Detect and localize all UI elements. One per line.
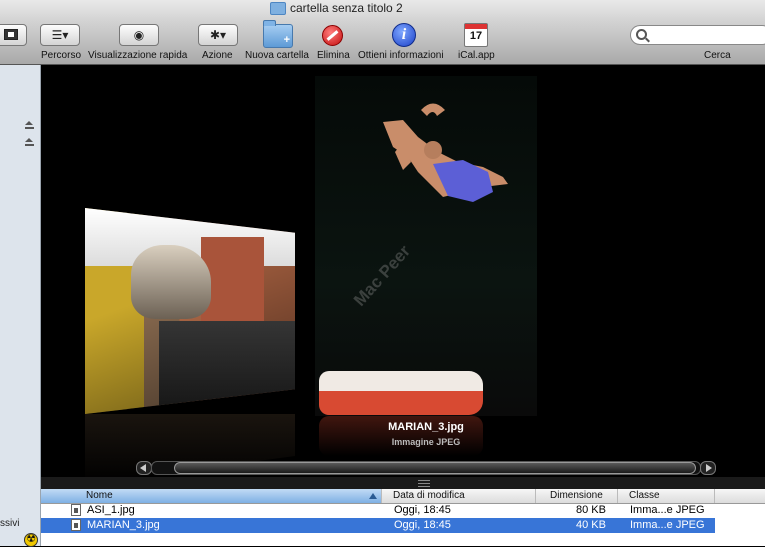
new-folder-icon[interactable]: + [263,20,293,48]
column-header-date[interactable]: Data di modifica [388,489,536,503]
toolbar: ☰▾ Percorso ◉ Visualizzazione rapida ✱▾ … [0,18,765,65]
delete-icon[interactable] [322,25,343,46]
sidebar-item-label[interactable]: ssivi [0,518,19,529]
search-icon [636,29,647,40]
scrollbar-thumb[interactable] [174,462,696,474]
column-header-label: Classe [629,490,660,501]
file-name: ASI_1.jpg [87,504,135,516]
jpeg-file-icon [71,519,81,531]
title-bar: cartella senza titolo 2 [0,0,765,18]
sidebar [0,65,41,546]
search-input[interactable] [651,28,761,41]
file-date: Oggi, 18:45 [394,519,451,531]
table-row[interactable]: ASI_1.jpg Oggi, 18:45 80 KB Imma...e JPE… [41,503,765,518]
selected-cover-subtitle: Immagine JPEG [391,437,461,447]
cover-flow-view[interactable]: Mac Peer MARIAN_3.jpg Immagine JPEG [41,65,765,489]
column-header-kind[interactable]: Classe [618,489,715,503]
table-row[interactable]: MARIAN_3.jpg Oggi, 18:45 40 KB Imma...e … [41,518,715,533]
split-view-handle[interactable] [41,477,765,489]
column-header-label: Dimensione [550,490,603,501]
path-button[interactable]: ☰▾ [40,24,80,46]
eject-icon[interactable] [25,138,34,146]
get-info-label[interactable]: Ottieni informazioni [358,50,444,61]
info-icon[interactable]: i [392,23,416,47]
pommel-horse-image [319,371,483,415]
radiation-icon[interactable] [24,532,38,547]
window-title: cartella senza titolo 2 [270,1,403,15]
action-button[interactable]: ✱▾ [198,24,238,46]
scroll-right-button[interactable] [700,461,716,475]
file-date: Oggi, 18:45 [394,504,451,516]
grip-icon [418,480,430,487]
selected-cover-title: MARIAN_3.jpg [388,421,464,433]
path-label: Percorso [41,50,82,61]
file-kind: Imma...e JPEG [630,504,705,516]
watermark: Mac Peer [349,241,415,310]
column-header-name[interactable]: Nome [41,489,382,503]
column-header-label: Nome [86,490,113,501]
scroll-left-button[interactable] [136,461,152,475]
search-label: Cerca [704,50,731,61]
calendar-icon[interactable]: 17 [464,23,488,47]
cover-flow-scrollbar[interactable] [151,461,701,475]
path-icon: ☰▾ [51,28,69,42]
folder-icon [270,1,286,15]
action-label: Azione [202,50,233,61]
file-size: 40 KB [576,519,606,531]
calendar-day: 17 [469,30,483,42]
cover-asi-1[interactable] [85,208,295,414]
column-header-size[interactable]: Dimensione [536,489,618,503]
new-folder-label[interactable]: Nuova cartella [245,50,309,61]
gymnast-image [383,103,508,202]
eye-icon: ◉ [133,28,145,42]
eject-icon[interactable] [25,121,34,129]
list-header: Nome Data di modifica Dimensione Classe [41,489,765,504]
file-size: 80 KB [576,504,606,516]
sort-ascending-icon [369,493,377,499]
column-header-label: Data di modifica [393,490,465,501]
search-field[interactable] [630,25,765,45]
quick-look-button[interactable]: ◉ [119,24,159,46]
file-kind: Imma...e JPEG [630,519,705,531]
quick-look-label: Visualizzazione rapida [88,50,188,61]
window-title-text: cartella senza titolo 2 [290,1,403,15]
delete-label[interactable]: Elimina [317,50,350,61]
gear-icon: ✱▾ [209,28,227,42]
cover-marian-3[interactable]: Mac Peer [315,76,537,416]
file-list: Nome Data di modifica Dimensione Classe … [41,489,765,546]
file-name: MARIAN_3.jpg [87,519,160,531]
ical-label[interactable]: iCal.app [458,50,495,61]
coverflow-view-icon [4,29,18,40]
view-mode-button[interactable] [0,24,27,46]
jpeg-file-icon [71,504,81,516]
